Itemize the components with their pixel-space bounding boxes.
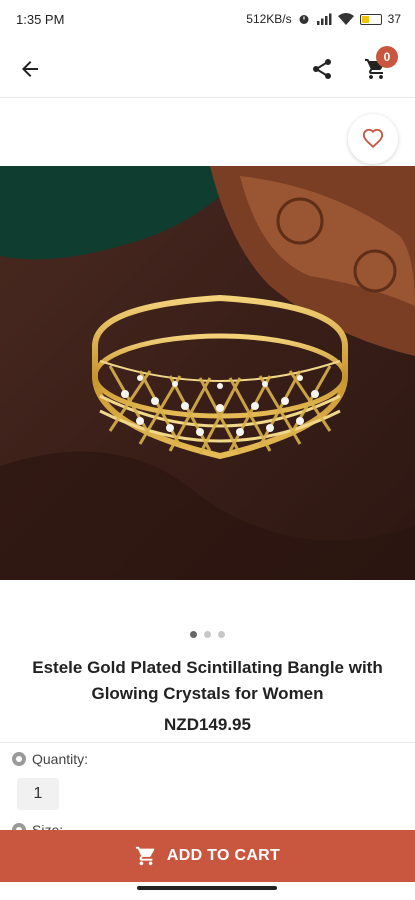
add-to-cart-label: ADD TO CART <box>166 847 281 864</box>
cart-count-badge: 0 <box>376 46 398 68</box>
wishlist-button[interactable] <box>348 114 398 164</box>
cart-icon <box>135 846 155 866</box>
share-button[interactable] <box>308 55 336 83</box>
bangle-photo <box>0 166 415 580</box>
back-button[interactable] <box>16 55 44 83</box>
add-to-cart-button[interactable]: ADD TO CART <box>0 830 415 882</box>
arrow-left-icon <box>22 61 38 77</box>
status-time: 1:35 PM <box>16 11 65 27</box>
status-indicators: 512KB/s 37 <box>246 12 401 26</box>
product-title: Estele Gold Plated Scintillating Bangle … <box>32 658 383 703</box>
battery-icon <box>359 13 382 25</box>
heart-icon <box>362 128 384 149</box>
product-price: NZD149.95 <box>164 715 251 734</box>
share-icon <box>313 59 331 79</box>
battery-level: 37 <box>387 12 401 26</box>
home-indicator[interactable] <box>137 886 277 890</box>
section-divider <box>0 742 415 743</box>
app-bar: 0 <box>0 38 415 98</box>
alarm-icon <box>299 15 309 24</box>
carousel-dot[interactable] <box>204 631 211 638</box>
network-speed: 512KB/s <box>246 12 292 26</box>
signal-icon <box>316 13 332 25</box>
quantity-input[interactable]: 1 <box>17 778 59 810</box>
image-carousel-dots <box>0 631 415 638</box>
quantity-radio-icon <box>12 752 26 766</box>
product-image[interactable] <box>0 166 415 580</box>
quantity-label: Quantity: <box>32 751 89 767</box>
status-bar: 1:35 PM 512KB/s 37 <box>0 0 415 38</box>
navigation-area <box>0 882 415 900</box>
wifi-icon <box>337 13 354 25</box>
carousel-dot[interactable] <box>190 631 197 638</box>
quantity-label-row: Quantity: <box>12 751 88 767</box>
carousel-dot[interactable] <box>218 631 225 638</box>
